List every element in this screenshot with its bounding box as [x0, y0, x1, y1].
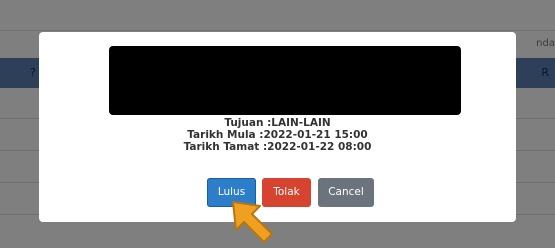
purpose-text: Tujuan :LAIN-LAIN	[224, 117, 331, 129]
start-date-text: Tarikh Mula :2022-01-21 15:00	[187, 129, 368, 141]
page: nda ? R Tujuan :LAIN-LAIN Tarikh Mula :2…	[0, 0, 555, 248]
approval-dialog: Tujuan :LAIN-LAIN Tarikh Mula :2022-01-2…	[39, 32, 516, 222]
arrow-cursor-icon	[232, 201, 273, 243]
end-date-text: Tarikh Tamat :2022-01-22 08:00	[183, 141, 372, 153]
redacted-content	[109, 46, 461, 115]
cancel-button[interactable]: Cancel	[318, 178, 374, 207]
request-details: Tujuan :LAIN-LAIN Tarikh Mula :2022-01-2…	[39, 117, 516, 153]
